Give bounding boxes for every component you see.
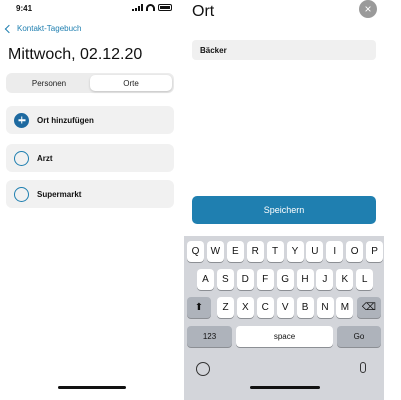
home-indicator [58, 386, 126, 389]
globe-icon[interactable] [196, 362, 210, 376]
segment-personen[interactable]: Personen [8, 75, 90, 91]
signal-icon [132, 4, 143, 11]
key-o[interactable]: O [346, 241, 364, 262]
key-x[interactable]: X [236, 297, 254, 318]
key-t[interactable]: T [266, 241, 284, 262]
add-place-row[interactable]: Ort hinzufügen [6, 106, 174, 134]
microphone-icon[interactable] [360, 362, 366, 373]
list-item[interactable]: Supermarkt [6, 180, 174, 208]
key-h[interactable]: H [296, 269, 314, 290]
chevron-left-icon [4, 24, 14, 33]
place-modal: Ort × Bäcker Speichern QWERTYUIOP ASDFGHJ… [184, 0, 401, 400]
key-i[interactable]: I [326, 241, 344, 262]
back-label: Kontakt-Tagebuch [17, 24, 82, 33]
key-n[interactable]: N [316, 297, 334, 318]
home-indicator [250, 386, 320, 389]
status-time: 9:41 [16, 4, 33, 13]
space-key[interactable]: space [236, 326, 333, 347]
key-a[interactable]: A [197, 269, 214, 290]
add-place-label: Ort hinzufügen [37, 115, 94, 125]
close-icon[interactable]: × [359, 0, 377, 18]
key-v[interactable]: V [276, 297, 294, 318]
checkbox-circle-icon[interactable] [14, 150, 29, 166]
key-e[interactable]: E [226, 241, 244, 262]
key-b[interactable]: B [296, 297, 314, 318]
list-item-label: Supermarkt [37, 189, 82, 199]
key-z[interactable]: Z [217, 297, 234, 318]
delete-key[interactable]: ⌫ [357, 297, 381, 318]
list-item-label: Arzt [37, 153, 53, 163]
place-name-input[interactable]: Bäcker [192, 40, 376, 60]
status-icons [132, 4, 172, 11]
plus-circle-icon [14, 112, 29, 128]
wifi-icon [146, 4, 155, 11]
key-g[interactable]: G [276, 269, 294, 290]
go-key[interactable]: Go [337, 326, 381, 347]
checkbox-circle-icon[interactable] [14, 186, 29, 202]
key-q[interactable]: Q [187, 241, 204, 262]
page-title: Mittwoch, 02.12.20 [8, 46, 143, 63]
key-m[interactable]: M [336, 297, 354, 318]
numbers-key[interactable]: 123 [187, 326, 232, 347]
key-d[interactable]: D [236, 269, 254, 290]
modal-title: Ort [192, 3, 215, 20]
segment-orte[interactable]: Orte [90, 75, 172, 91]
segmented-control: Personen Orte [6, 73, 174, 93]
battery-icon [158, 4, 172, 11]
save-button[interactable]: Speichern [192, 196, 376, 224]
key-k[interactable]: K [336, 269, 354, 290]
key-w[interactable]: W [206, 241, 224, 262]
status-bar: 9:41 [8, 4, 176, 16]
key-j[interactable]: J [316, 269, 334, 290]
key-c[interactable]: C [256, 297, 274, 318]
key-r[interactable]: R [246, 241, 264, 262]
key-s[interactable]: S [216, 269, 234, 290]
key-y[interactable]: Y [286, 241, 304, 262]
key-u[interactable]: U [306, 241, 324, 262]
back-button[interactable]: Kontakt-Tagebuch [4, 24, 82, 33]
list-item[interactable]: Arzt [6, 144, 174, 172]
shift-key[interactable]: ⬆ [187, 297, 211, 318]
key-l[interactable]: L [356, 269, 374, 290]
key-p[interactable]: P [366, 241, 384, 262]
key-f[interactable]: F [256, 269, 274, 290]
diary-screen: 9:41 Kontakt-Tagebuch Mittwoch, 02.12.20… [0, 0, 184, 400]
keyboard: Q W E R T Y U I O P A S D F G H J K L ⬆ Z X C V B N M ⌫ 123 space Go [184, 236, 384, 400]
